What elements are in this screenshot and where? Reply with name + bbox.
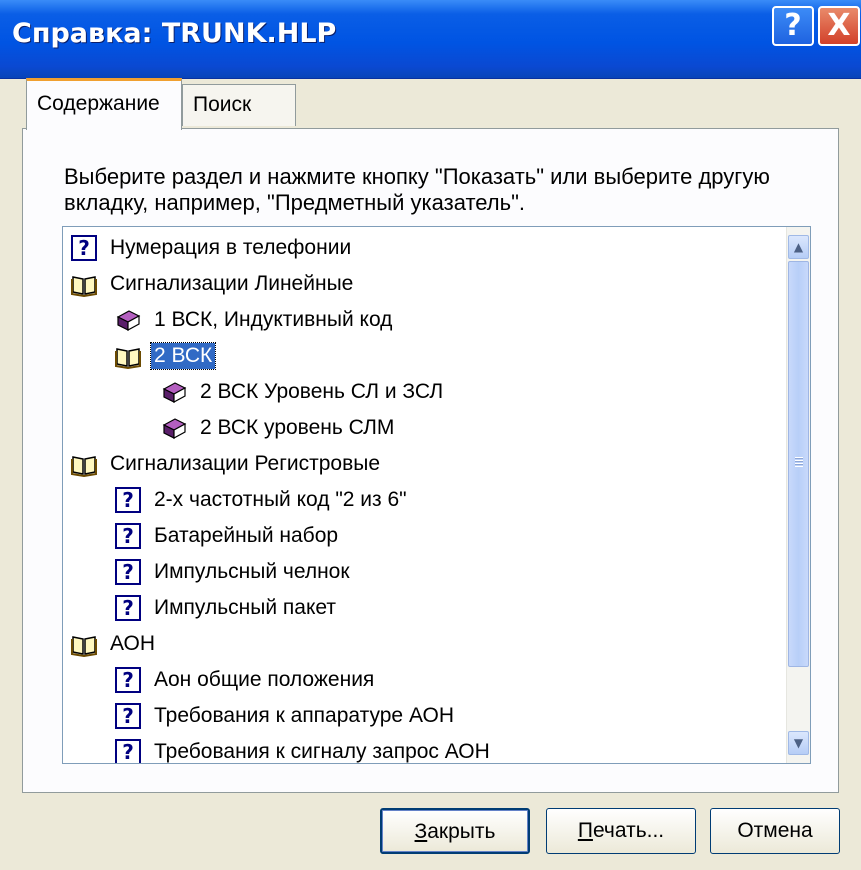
grip-icon xyxy=(795,457,803,467)
help-topic-icon: ? xyxy=(115,523,141,549)
close-accel: З xyxy=(414,820,428,843)
open-book-icon xyxy=(71,276,97,297)
tree-item-label: Сигнализации Регистровые xyxy=(110,452,381,475)
tab-search[interactable]: Поиск xyxy=(182,84,296,126)
help-dialog: Справка: TRUNK.HLP ? X Содержание Поиск … xyxy=(0,0,861,870)
closed-book-icon xyxy=(116,310,141,332)
open-book-icon xyxy=(115,348,141,369)
cancel-button[interactable]: Отмена xyxy=(710,808,840,854)
tree-item-label: 2 ВСК Уровень СЛ и ЗСЛ xyxy=(200,380,444,403)
tree-item-label: 2 ВСК уровень СЛМ xyxy=(200,416,395,439)
tree-item[interactable]: ? Импульсный челнок xyxy=(115,554,353,590)
tree-item[interactable]: ? Требования к сигналу запрос АОН xyxy=(115,734,493,763)
tree-item[interactable]: 2 ВСК xyxy=(115,338,217,374)
print-button[interactable]: Печать... xyxy=(546,808,696,854)
tree-item-label: Аон общие положения xyxy=(154,668,375,691)
tree-item-label: Требования к сигналу запрос АОН xyxy=(154,740,490,763)
tree-item[interactable]: ? Аон общие положения xyxy=(115,662,377,698)
tree-item[interactable]: 2 ВСК Уровень СЛ и ЗСЛ xyxy=(161,374,446,410)
tree-item-label: Батарейный набор xyxy=(154,524,339,547)
tree-item-label: АОН xyxy=(110,632,156,655)
tree-item[interactable]: ? 2-х частотный код "2 из 6" xyxy=(115,482,410,518)
tree-item-label: Сигнализации Линейные xyxy=(110,272,354,295)
tree-item[interactable]: 1 ВСК, Индуктивный код xyxy=(115,302,395,338)
tree-item-label: Нумерация в телефонии xyxy=(110,236,352,259)
vertical-scrollbar[interactable]: ▲ ▼ xyxy=(786,227,810,763)
tree-item[interactable]: ? Нумерация в телефонии xyxy=(71,230,354,266)
help-topic-icon: ? xyxy=(115,559,141,585)
tree-item-label: 1 ВСК, Индуктивный код xyxy=(154,308,393,331)
contents-tree[interactable]: ? Нумерация в телефонии Сигнализации Лин… xyxy=(62,226,811,764)
help-topic-icon: ? xyxy=(115,487,141,513)
help-topic-icon: ? xyxy=(115,595,141,621)
help-topic-icon: ? xyxy=(115,667,141,693)
tree-item-label: 2-х частотный код "2 из 6" xyxy=(154,488,407,511)
help-topic-icon: ? xyxy=(115,703,141,729)
help-button[interactable]: ? xyxy=(772,6,814,46)
open-book-icon xyxy=(71,456,97,477)
window-title: Справка: TRUNK.HLP xyxy=(12,18,337,49)
print-label: ечать... xyxy=(592,819,665,842)
tree-item[interactable]: АОН xyxy=(71,626,158,662)
tree-item[interactable]: ? Батарейный набор xyxy=(115,518,341,554)
tree-item[interactable]: Сигнализации Линейные xyxy=(71,266,356,302)
scroll-thumb[interactable] xyxy=(788,261,809,667)
tree-item[interactable]: ? Требования к аппаратуре АОН xyxy=(115,698,457,734)
tree-item[interactable]: 2 ВСК уровень СЛМ xyxy=(161,410,397,446)
scroll-down-button[interactable]: ▼ xyxy=(788,731,809,755)
print-accel: П xyxy=(577,819,593,842)
tree-item-label: Импульсный челнок xyxy=(154,560,350,583)
closed-book-icon xyxy=(162,382,187,404)
open-book-icon xyxy=(71,636,97,657)
tree-item-label: Требования к аппаратуре АОН xyxy=(154,704,454,727)
tree-item[interactable]: Сигнализации Регистровые xyxy=(71,446,383,482)
title-bar[interactable]: Справка: TRUNK.HLP ? X xyxy=(0,0,861,79)
help-topic-icon: ? xyxy=(71,235,97,261)
tree-item-label: Импульсный пакет xyxy=(154,596,336,619)
instructions-text: Выберите раздел и нажмите кнопку "Показа… xyxy=(64,164,770,215)
close-window-button[interactable]: X xyxy=(818,6,860,46)
close-label: акрыть xyxy=(427,820,496,843)
help-topic-icon: ? xyxy=(115,739,141,763)
closed-book-icon xyxy=(162,418,187,440)
scroll-up-button[interactable]: ▲ xyxy=(788,235,809,259)
tab-contents[interactable]: Содержание xyxy=(26,78,182,130)
tree-item[interactable]: ? Импульсный пакет xyxy=(115,590,339,626)
tree-item-label-selected: 2 ВСК xyxy=(149,342,217,370)
close-button[interactable]: Закрыть xyxy=(380,808,530,854)
